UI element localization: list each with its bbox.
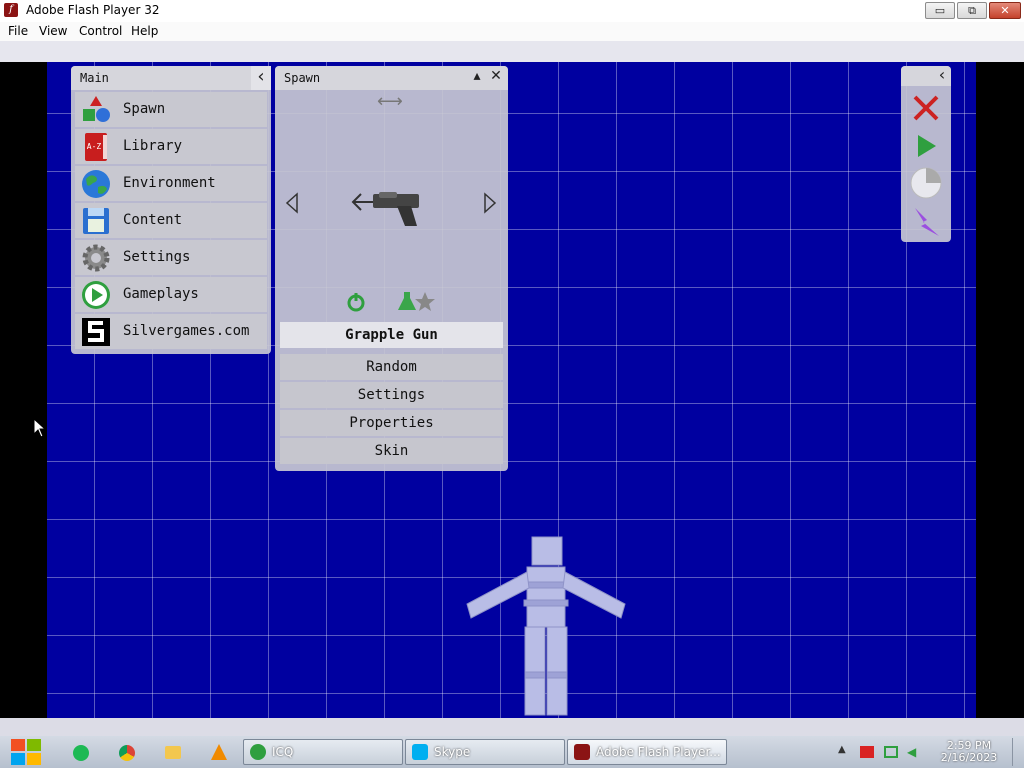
main-item-gameplays[interactable]: Gameplays [75, 277, 267, 312]
window-title-bar: f Adobe Flash Player 32 ▭ ⧉ ✕ [0, 0, 1024, 23]
main-item-label: Library [123, 138, 183, 154]
network-icon[interactable] [884, 746, 898, 758]
main-item-spawn[interactable]: Spawn [75, 92, 267, 127]
spotify-icon[interactable] [73, 745, 89, 761]
collapse-icon[interactable]: ‹ [251, 66, 271, 90]
main-panel-title: Main [80, 71, 109, 85]
previous-arrow-icon[interactable] [284, 192, 300, 214]
taskbar-clock[interactable]: 2:59 PM 2/16/2023 [934, 740, 1004, 764]
skin-button[interactable]: Skin [280, 438, 503, 464]
window-title: Adobe Flash Player 32 [26, 3, 160, 17]
flash-icon [574, 744, 590, 760]
main-item-label: Settings [123, 249, 191, 265]
delete-x-icon[interactable] [911, 93, 941, 123]
show-desktop-button[interactable] [1012, 738, 1023, 766]
slow-motion-clock-icon[interactable] [909, 166, 943, 200]
main-item-label: Content [123, 212, 183, 228]
globe-icon [82, 170, 110, 198]
gear-icon [82, 244, 110, 272]
properties-button[interactable]: Properties [280, 410, 503, 436]
random-button[interactable]: Random [280, 354, 503, 380]
main-item-label: Environment [123, 175, 216, 191]
shapes-icon [83, 96, 110, 122]
chrome-icon[interactable] [119, 745, 135, 761]
mouse-cursor [33, 418, 47, 438]
folder-icon[interactable] [165, 746, 181, 759]
play-triangle-icon[interactable] [911, 131, 941, 161]
silvergames-logo-icon [82, 318, 110, 346]
flag-icon[interactable] [860, 746, 874, 758]
menu-help[interactable]: Help [131, 24, 158, 38]
favorite-flask-icon[interactable] [398, 290, 436, 314]
spawn-panel-header: Spawn ▴ ✕ [275, 66, 508, 90]
skype-icon [412, 744, 428, 760]
main-item-library[interactable]: A-Z Library [75, 129, 267, 164]
power-icon[interactable] [345, 291, 367, 313]
start-button-icon[interactable] [9, 737, 43, 767]
next-arrow-icon[interactable] [482, 192, 498, 214]
close-button[interactable]: ✕ [989, 2, 1021, 19]
play-icon [82, 281, 110, 309]
main-item-settings[interactable]: Settings [75, 240, 267, 275]
main-panel-header: Main ‹ [71, 66, 271, 90]
spawn-settings-button[interactable]: Settings [280, 382, 503, 408]
chevron-up-icon[interactable]: ▴ [468, 68, 486, 88]
lightning-icon[interactable] [911, 206, 941, 238]
main-item-label: Silvergames.com [123, 323, 250, 339]
main-item-silvergames[interactable]: Silvergames.com [75, 314, 267, 349]
main-item-content[interactable]: Content [75, 203, 267, 238]
vlc-icon[interactable] [211, 744, 227, 760]
icq-icon [250, 744, 266, 760]
restore-button[interactable]: ⧉ [957, 2, 987, 19]
main-item-label: Spawn [123, 101, 166, 117]
flip-arrows-icon[interactable]: ⟷ [377, 91, 403, 112]
selected-item-button[interactable]: Grapple Gun [280, 322, 503, 348]
taskbar-item-icq[interactable]: ICQ [243, 739, 403, 765]
menu-view[interactable]: View [39, 24, 67, 38]
flash-app-icon: f [4, 3, 18, 17]
clock-date: 2/16/2023 [940, 751, 998, 764]
tool-panel-header: ‹ [901, 66, 951, 86]
main-panel: Main ‹ Spawn A-Z Library Environment Con… [71, 66, 271, 354]
stage-top-strip [0, 41, 1024, 62]
collapse-icon[interactable]: ‹ [933, 66, 951, 86]
minimize-button[interactable]: ▭ [925, 2, 955, 19]
menu-bar: File View Control Help [0, 22, 1024, 41]
menu-file[interactable]: File [8, 24, 28, 38]
tray-overflow-icon[interactable]: ▲ [838, 744, 846, 755]
spawn-panel: Spawn ▴ ✕ ⟷ Grapple Gun Random Settings … [275, 66, 508, 471]
ragdoll-figure[interactable] [459, 532, 659, 722]
grapple-gun-preview [351, 192, 419, 226]
menu-control[interactable]: Control [79, 24, 122, 38]
tool-panel: ‹ [901, 66, 951, 242]
taskbar-item-skype[interactable]: Skype [405, 739, 565, 765]
taskbar: ICQ Skype Adobe Flash Player... ▲ ◀ 2:59… [0, 736, 1024, 768]
taskbar-item-flash[interactable]: Adobe Flash Player... [567, 739, 727, 765]
main-item-environment[interactable]: Environment [75, 166, 267, 201]
svg-text:A-Z: A-Z [87, 142, 102, 151]
close-icon[interactable]: ✕ [487, 68, 505, 88]
volume-icon[interactable]: ◀ [907, 745, 916, 759]
floppy-icon [83, 208, 109, 234]
book-icon: A-Z [85, 133, 107, 161]
stage-bottom-strip [0, 718, 1024, 736]
main-item-label: Gameplays [123, 286, 199, 302]
spawn-panel-title: Spawn [284, 71, 321, 85]
